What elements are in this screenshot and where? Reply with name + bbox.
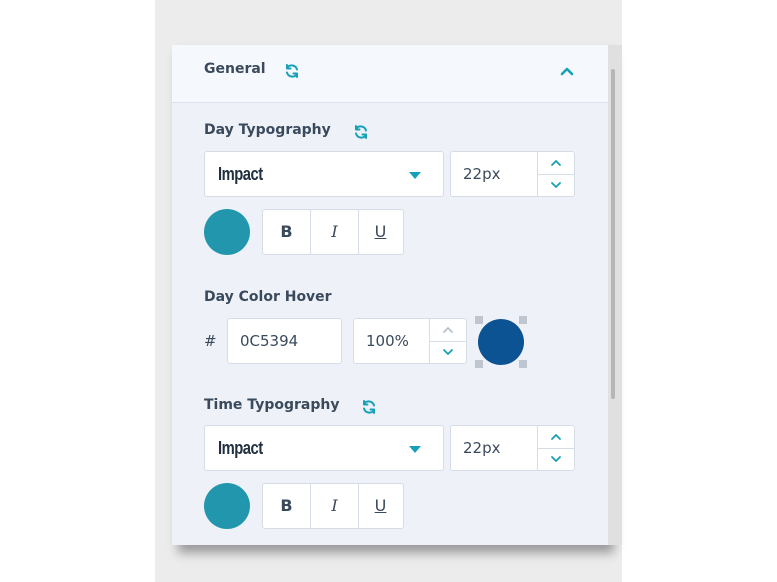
day-italic-button[interactable]: I — [310, 210, 359, 254]
time-bold-button[interactable]: B — [263, 484, 310, 528]
sync-icon[interactable] — [284, 63, 300, 79]
hover-opacity-value: 100% — [366, 332, 409, 350]
chevron-up-icon — [551, 434, 561, 440]
hover-color-picker[interactable] — [475, 316, 527, 368]
time-size-decrement[interactable] — [538, 448, 574, 470]
time-size-stepper — [537, 426, 574, 470]
day-underline-button[interactable]: U — [357, 210, 404, 254]
section-title: General — [204, 61, 266, 77]
picker-corner — [475, 360, 483, 368]
day-font-value: Impact — [218, 164, 263, 184]
hover-hex-input[interactable]: 0C5394 — [227, 318, 342, 364]
sync-icon[interactable] — [361, 399, 377, 415]
hover-opacity-stepper — [429, 319, 466, 363]
day-size-increment[interactable] — [538, 152, 574, 175]
time-underline-button[interactable]: U — [357, 484, 404, 528]
time-typography-label: Time Typography — [204, 397, 340, 413]
time-size-value: 22px — [463, 439, 501, 457]
day-bold-button[interactable]: B — [263, 210, 310, 254]
caret-down-icon — [409, 172, 421, 179]
panel-scrollbar[interactable] — [608, 45, 622, 545]
hover-opacity-increment[interactable] — [430, 319, 466, 342]
settings-panel: General Day Typography Impact 22px B I U… — [172, 45, 608, 545]
day-font-select[interactable]: Impact — [204, 151, 444, 197]
chevron-up-icon[interactable] — [558, 62, 576, 80]
chevron-up-icon — [551, 160, 561, 166]
time-size-increment[interactable] — [538, 426, 574, 449]
day-typography-label: Day Typography — [204, 122, 331, 138]
day-color-hover-label: Day Color Hover — [204, 289, 332, 305]
picker-corner — [519, 316, 527, 324]
day-style-toggles: B I U — [262, 209, 404, 255]
day-size-stepper — [537, 152, 574, 196]
day-size-value: 22px — [463, 165, 501, 183]
hex-prefix: # — [204, 332, 217, 350]
time-size-input[interactable]: 22px — [450, 425, 575, 471]
chevron-down-icon — [443, 349, 453, 355]
time-style-toggles: B I U — [262, 483, 404, 529]
time-font-value: Impact — [218, 438, 263, 458]
caret-down-icon — [409, 446, 421, 453]
hover-opacity-decrement[interactable] — [430, 341, 466, 363]
time-italic-button[interactable]: I — [310, 484, 359, 528]
picker-corner — [519, 360, 527, 368]
chevron-up-icon — [443, 327, 453, 333]
day-size-input[interactable]: 22px — [450, 151, 575, 197]
time-font-select[interactable]: Impact — [204, 425, 444, 471]
section-header-general[interactable]: General — [172, 45, 608, 103]
day-color-swatch[interactable] — [204, 209, 250, 255]
chevron-down-icon — [551, 182, 561, 188]
picker-corner — [475, 316, 483, 324]
time-color-swatch[interactable] — [204, 483, 250, 529]
hover-opacity-input[interactable]: 100% — [353, 318, 467, 364]
chevron-down-icon — [551, 456, 561, 462]
hover-hex-value: 0C5394 — [240, 332, 299, 350]
day-size-decrement[interactable] — [538, 174, 574, 196]
scrollbar-thumb[interactable] — [611, 69, 615, 399]
sync-icon[interactable] — [353, 124, 369, 140]
hover-color-swatch — [478, 319, 524, 365]
